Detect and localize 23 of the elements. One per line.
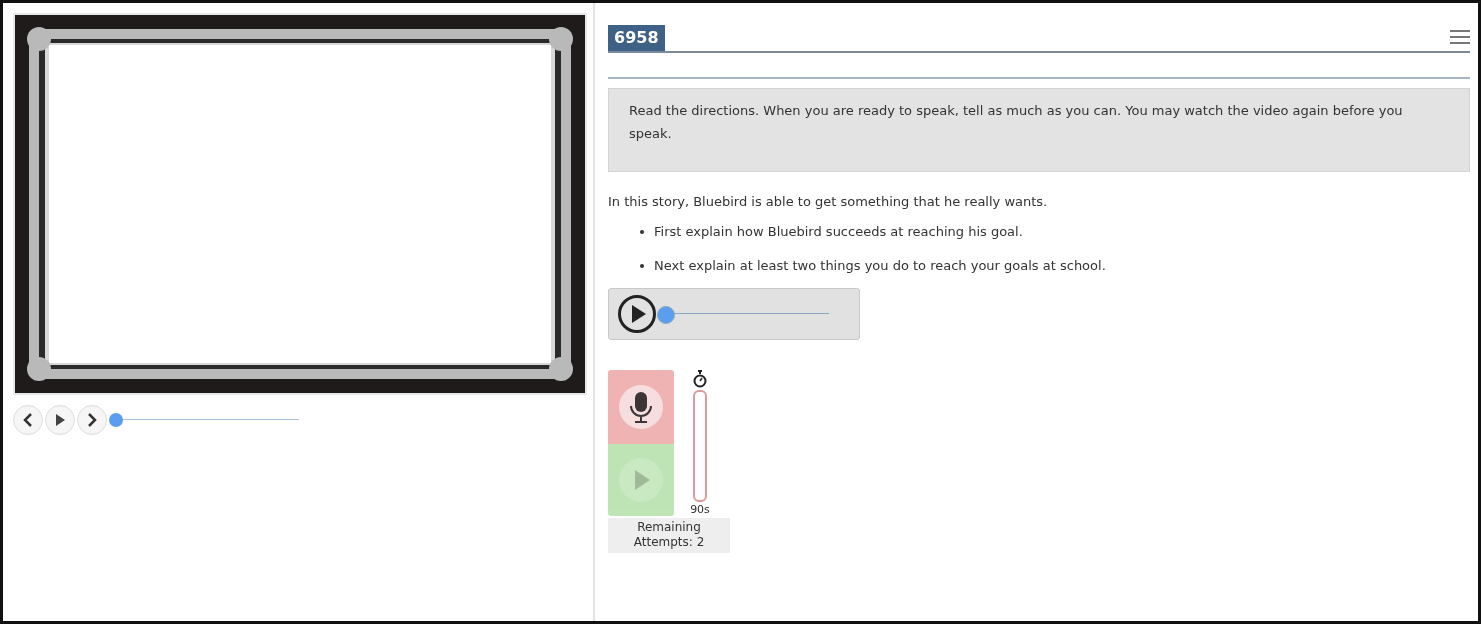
audio-slider[interactable] [657, 307, 829, 321]
timer-label: 90s [690, 503, 710, 516]
record-button[interactable] [608, 370, 674, 444]
slider-thumb[interactable] [657, 306, 675, 324]
item-number: 6958 [608, 25, 665, 51]
play-icon [618, 457, 664, 503]
slider-thumb[interactable] [109, 413, 123, 427]
bullet-text: First explain how Bluebird succeeds at reaching his goal. [654, 224, 1023, 239]
bullet-text: Next explain at least two things you do to reach your goals at school. [654, 258, 1106, 273]
microphone-icon [618, 384, 664, 430]
prompt-text: In this story, Bluebird is able to get something that he really wants. [608, 194, 1049, 209]
play-icon [55, 414, 65, 426]
chevron-left-icon [23, 413, 33, 427]
play-icon [617, 294, 657, 334]
chevron-right-icon [87, 413, 97, 427]
remaining-attempts: Remaining Attempts: 2 [608, 518, 730, 553]
previous-button[interactable] [13, 405, 43, 435]
directions-text: Read the directions. When you are ready to speak, tell as much as you can. You may watch the video again before you speak. [608, 88, 1470, 172]
menu-icon[interactable] [1450, 30, 1470, 44]
seek-slider[interactable] [109, 413, 299, 427]
next-button[interactable] [77, 405, 107, 435]
play-button[interactable] [617, 294, 657, 334]
stopwatch-icon [693, 370, 707, 388]
